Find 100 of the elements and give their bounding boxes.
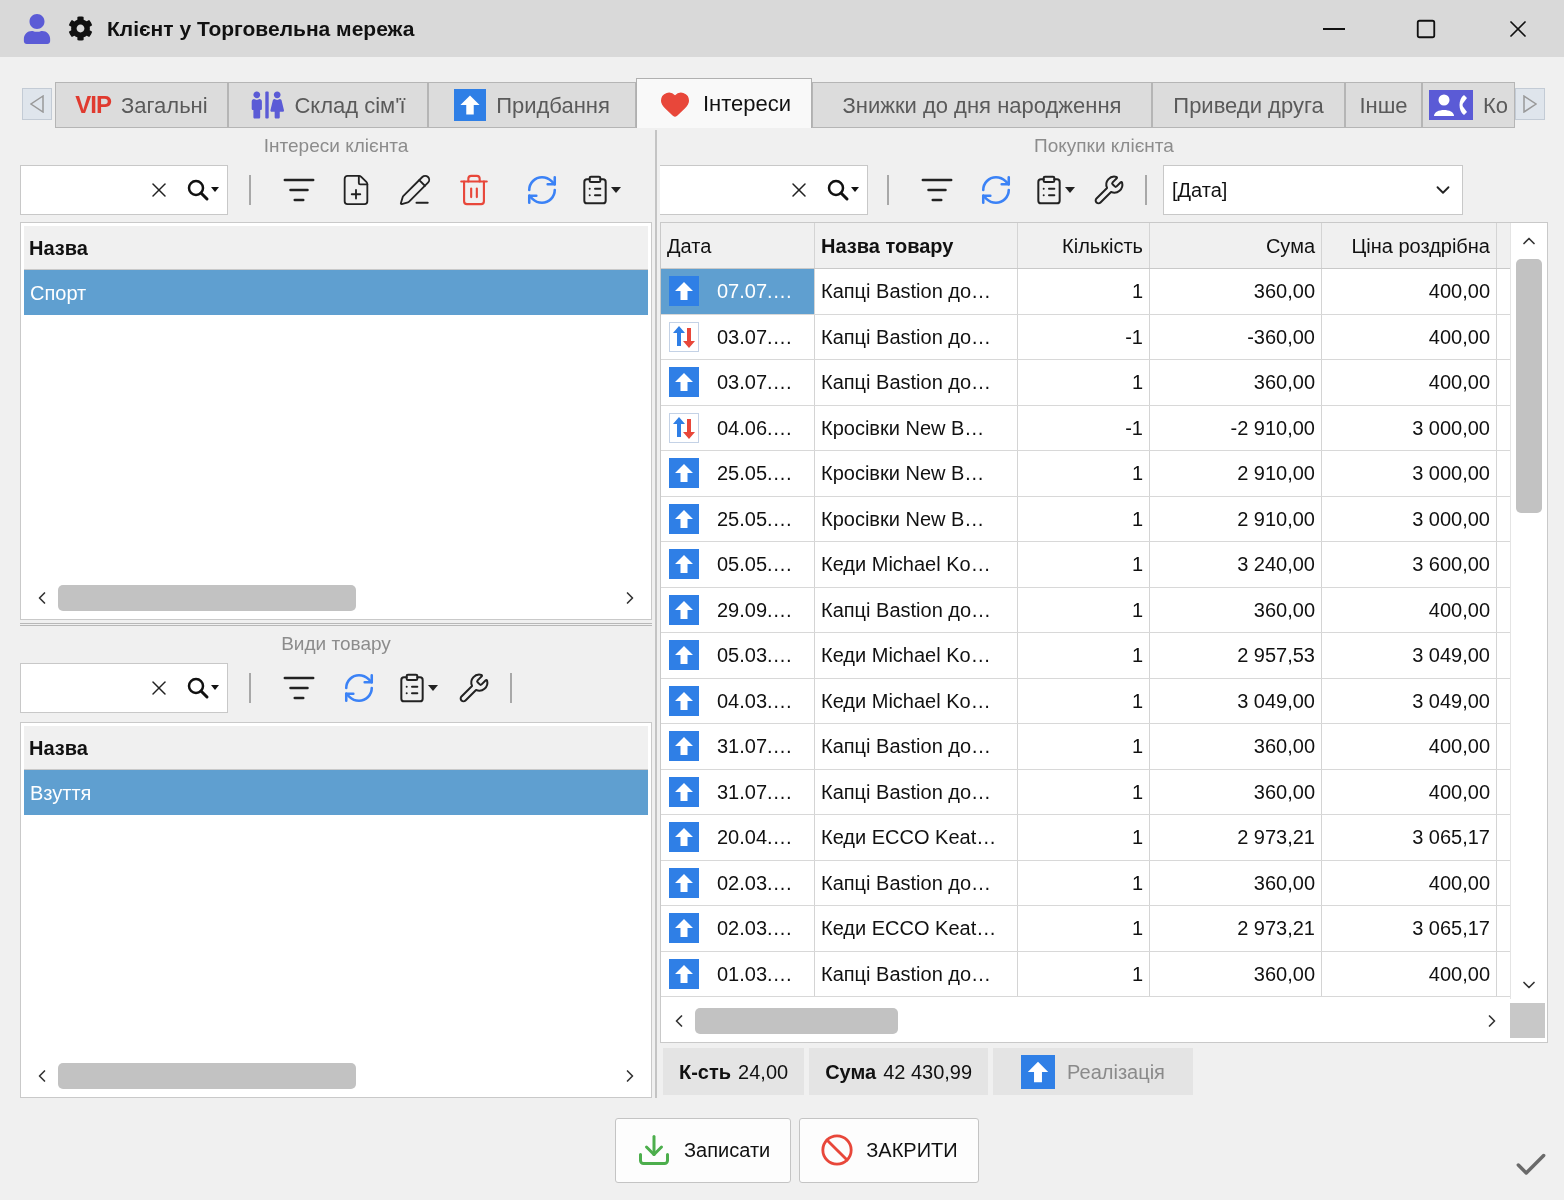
table-cell: Кеди ECCO Keat…	[815, 815, 1018, 860]
settings-icon[interactable]	[68, 16, 93, 41]
tab[interactable]: Придбання	[428, 82, 636, 127]
scrollbar-thumb[interactable]	[1516, 259, 1542, 513]
table-cell: 1	[1018, 360, 1150, 405]
tab[interactable]: Склад сім'ї	[228, 82, 428, 127]
section-title: Види товару	[281, 631, 391, 656]
table-cell: Кеди Michael Ko…	[815, 633, 1018, 678]
refresh-icon[interactable]	[979, 173, 1013, 207]
people-icon	[250, 90, 285, 120]
tab[interactable]: Знижки до дня народження	[812, 82, 1152, 127]
tab[interactable]: Інтереси	[636, 78, 812, 128]
column-header[interactable]: Назва	[24, 726, 648, 770]
tab[interactable]: Ко	[1422, 82, 1515, 127]
scrollbar-thumb[interactable]	[695, 1007, 898, 1034]
table-cell: -2 910,00	[1150, 405, 1322, 450]
column-header[interactable]: Назва	[24, 226, 648, 270]
table-cell: Капці Bastion до…	[815, 314, 1018, 359]
search-icon[interactable]	[187, 178, 221, 202]
table-cell: 3 049,00	[1322, 678, 1497, 723]
table-cell: Капці Bastion до…	[815, 769, 1018, 814]
table-cell: 400,00	[1322, 769, 1497, 814]
table-cell: 3 240,00	[1150, 542, 1322, 587]
edit-icon[interactable]	[398, 173, 432, 207]
column-header[interactable]: Назва товару	[815, 223, 1018, 268]
table-cell: 1	[1018, 860, 1150, 905]
table-cell: 360,00	[1150, 769, 1322, 814]
search-field[interactable]	[20, 165, 228, 215]
table-cell: Кросівки New B…	[815, 405, 1018, 450]
table-cell: Кросівки New B…	[815, 496, 1018, 541]
table-cell: -360,00	[1150, 314, 1322, 359]
table-cell: 1	[1018, 451, 1150, 496]
table-cell: 1	[1018, 769, 1150, 814]
table-cell: 360,00	[1150, 360, 1322, 405]
table-cell: 1	[1018, 633, 1150, 678]
table-cell: 360,00	[1150, 860, 1322, 905]
table-cell: Капці Bastion до…	[815, 724, 1018, 769]
save-button[interactable]: Записати	[615, 1117, 792, 1183]
table-cell: 2 973,21	[1150, 815, 1322, 860]
table-cell: -1	[1018, 405, 1150, 450]
search-icon[interactable]	[187, 676, 221, 700]
table-cell: 2 973,21	[1150, 906, 1322, 951]
table-cell: 1	[1018, 496, 1150, 541]
wrench-icon[interactable]	[1093, 174, 1125, 206]
table-cell: Кросівки New B…	[815, 451, 1018, 496]
table-cell: 1	[1018, 269, 1150, 314]
column-header[interactable]: Дата	[661, 223, 815, 268]
refresh-icon[interactable]	[342, 671, 376, 705]
sort-field-dropdown[interactable]: [Дата]	[1163, 165, 1463, 215]
table-cell: 3 000,00	[1322, 451, 1497, 496]
user-icon	[22, 13, 52, 44]
table-cell: 400,00	[1322, 314, 1497, 359]
search-field[interactable]	[20, 663, 228, 713]
table-cell: 2 910,00	[1150, 496, 1322, 541]
maximize-icon	[1415, 17, 1437, 40]
table-cell: Кеди ECCO Keat…	[815, 906, 1018, 951]
wrench-icon[interactable]	[458, 672, 490, 704]
table-cell: 3 049,00	[1150, 678, 1322, 723]
vip-label: VIP	[75, 90, 111, 120]
table-cell: 1	[1018, 542, 1150, 587]
table-cell: 360,00	[1150, 724, 1322, 769]
column-header[interactable]: Сума	[1150, 223, 1322, 268]
tab[interactable]: Приведи друга	[1152, 82, 1345, 127]
close-button[interactable]: ЗАКРИТИ	[799, 1117, 979, 1183]
table-cell: 360,00	[1150, 587, 1322, 632]
table-cell: 400,00	[1322, 951, 1497, 996]
search-field[interactable]	[660, 165, 868, 215]
up-down-arrows-icon	[669, 321, 699, 352]
table-cell: 3 065,17	[1322, 906, 1497, 951]
column-header[interactable]: Ціна роздрібна	[1322, 223, 1497, 268]
table-cell: 400,00	[1322, 587, 1497, 632]
summary-label: К-сть	[679, 1059, 732, 1085]
table-cell: Кеди Michael Ko…	[815, 678, 1018, 723]
delete-icon[interactable]	[457, 173, 491, 207]
section-title: Інтереси клієнта	[263, 133, 409, 158]
table-cell: 3 600,00	[1322, 542, 1497, 587]
search-icon[interactable]	[827, 178, 861, 202]
table-cell: 400,00	[1322, 724, 1497, 769]
triangle-right-icon	[1523, 95, 1537, 113]
table-cell: 3 000,00	[1322, 496, 1497, 541]
table-cell: Капці Bastion до…	[815, 860, 1018, 905]
scrollbar-corner	[1510, 1003, 1545, 1038]
scrollbar-thumb[interactable]	[58, 1063, 356, 1089]
prohibited-icon	[820, 1133, 855, 1167]
scrollbar-thumb[interactable]	[58, 585, 356, 611]
table-cell: Капці Bastion до…	[815, 269, 1018, 314]
table-cell: Кеди Michael Ko…	[815, 542, 1018, 587]
minimize-icon	[1323, 27, 1345, 30]
contact-phone-icon	[1428, 90, 1473, 120]
column-header[interactable]: Кількість	[1018, 223, 1150, 268]
tab[interactable]: VIP Загальні	[55, 82, 228, 127]
summary-label: Сума	[825, 1059, 877, 1085]
refresh-icon[interactable]	[525, 173, 559, 207]
table-cell: Капці Bastion до…	[815, 951, 1018, 996]
summary-value: 24,00	[738, 1059, 789, 1085]
tab[interactable]: Інше	[1345, 82, 1422, 127]
table-cell: 1	[1018, 724, 1150, 769]
table-cell: 2 957,53	[1150, 633, 1322, 678]
window-title: Клієнт у Торговельна мережа	[107, 15, 415, 42]
table-cell: Капці Bastion до…	[815, 360, 1018, 405]
